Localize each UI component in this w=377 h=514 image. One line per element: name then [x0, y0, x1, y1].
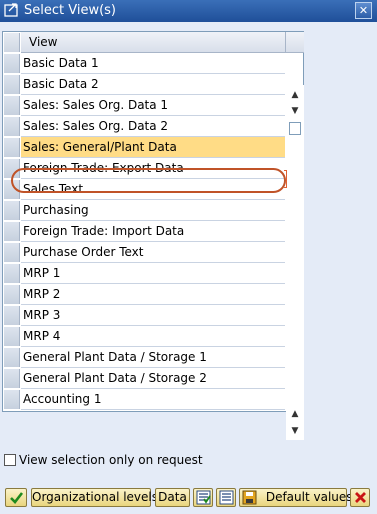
table-row[interactable]: Basic Data 1: [3, 53, 285, 74]
view-cell[interactable]: Accounting 1: [21, 389, 285, 410]
table-row[interactable]: Sales: General/Plant Data: [3, 137, 285, 158]
default-values-label: Default values: [265, 490, 353, 504]
vertical-scrollbar[interactable]: ▲ ▼ ▲ ▼: [286, 85, 304, 440]
close-icon: ✕: [358, 4, 369, 17]
view-selection-label: View selection only on request: [19, 453, 203, 467]
view-cell[interactable]: General Plant Data / Storage 2: [21, 368, 285, 389]
scroll-thumb[interactable]: [289, 122, 301, 135]
row-selector[interactable]: [4, 264, 20, 283]
select-all-views-button[interactable]: [193, 488, 213, 507]
view-selection-checkbox[interactable]: [4, 454, 16, 466]
scroll-page-down-button[interactable]: ▼: [288, 424, 302, 438]
view-cell[interactable]: Sales: Sales Org. Data 1: [21, 95, 285, 116]
view-cell[interactable]: Purchasing: [21, 200, 285, 221]
view-cell[interactable]: General Plant Data / Storage 1: [21, 347, 285, 368]
scroll-down-button[interactable]: ▼: [288, 104, 302, 118]
row-selector[interactable]: [4, 117, 20, 136]
table-row[interactable]: MRP 3: [3, 305, 285, 326]
row-selector[interactable]: [4, 54, 20, 73]
window-title: Select View(s): [24, 3, 117, 18]
table-row[interactable]: General Plant Data / Storage 2: [3, 368, 285, 389]
view-cell[interactable]: Basic Data 1: [21, 53, 285, 74]
title-bar: Select View(s) ✕: [0, 0, 377, 22]
view-table: View Basic Data 1 Basic Data 2 Sales: Sale…: [2, 31, 304, 440]
row-selector[interactable]: [4, 75, 20, 94]
cancel-icon: [354, 492, 366, 503]
table-row[interactable]: MRP 2: [3, 284, 285, 305]
select-all-cell[interactable]: [4, 33, 20, 52]
view-cell[interactable]: MRP 1: [21, 263, 285, 284]
row-selector[interactable]: [4, 180, 20, 199]
row-selector[interactable]: [4, 285, 20, 304]
continue-button[interactable]: [5, 488, 27, 507]
deselect-all-icon: [219, 490, 233, 505]
save-defaults-icon: [242, 490, 257, 505]
table-row[interactable]: Sales: Sales Org. Data 1: [3, 95, 285, 116]
row-selector[interactable]: [4, 390, 20, 409]
table-row[interactable]: MRP 4: [3, 326, 285, 347]
view-cell[interactable]: MRP 2: [21, 284, 285, 305]
table-row[interactable]: Purchase Order Text: [3, 242, 285, 263]
table-row[interactable]: Sales: Sales Org. Data 2: [3, 116, 285, 137]
organizational-levels-button[interactable]: Organizational levels: [31, 488, 158, 507]
row-selector[interactable]: [4, 96, 20, 115]
row-selector[interactable]: [4, 138, 20, 157]
table-row[interactable]: Accounting 1: [3, 389, 285, 410]
default-values-button[interactable]: Default values: [239, 488, 353, 507]
column-settings-cell[interactable]: [285, 32, 304, 53]
row-selector[interactable]: [4, 222, 20, 241]
view-cell[interactable]: MRP 4: [21, 326, 285, 347]
row-selector[interactable]: [4, 243, 20, 262]
view-cell[interactable]: MRP 3: [21, 305, 285, 326]
table-row[interactable]: MRP 1: [3, 263, 285, 284]
table-row[interactable]: Sales Text: [3, 179, 285, 200]
row-selector[interactable]: [4, 201, 20, 220]
data-button[interactable]: Data: [155, 488, 190, 507]
row-selector[interactable]: [4, 369, 20, 388]
view-cell[interactable]: Purchase Order Text: [21, 242, 285, 263]
scroll-up-button[interactable]: ▲: [288, 88, 302, 102]
row-selector[interactable]: [4, 348, 20, 367]
view-cell[interactable]: Basic Data 2: [21, 74, 285, 95]
column-header-view[interactable]: View: [21, 32, 285, 53]
view-cell[interactable]: Sales: Sales Org. Data 2: [21, 116, 285, 137]
view-cell[interactable]: Foreign Trade: Import Data: [21, 221, 285, 242]
table-row[interactable]: Foreign Trade: Import Data: [3, 221, 285, 242]
view-cell[interactable]: Foreign Trade: Export Data: [21, 158, 285, 179]
select-all-icon: [196, 490, 211, 505]
table-row[interactable]: Basic Data 2: [3, 74, 285, 95]
check-icon: [9, 492, 23, 504]
row-selector[interactable]: [4, 327, 20, 346]
table-row[interactable]: General Plant Data / Storage 1: [3, 347, 285, 368]
row-selector[interactable]: [4, 306, 20, 325]
cancel-button[interactable]: [350, 488, 370, 507]
scroll-page-up-button[interactable]: ▲: [288, 407, 302, 421]
table-header-row: View: [3, 32, 285, 53]
view-cell[interactable]: Sales: General/Plant Data: [21, 137, 285, 158]
table-row[interactable]: Purchasing: [3, 200, 285, 221]
row-selector[interactable]: [4, 159, 20, 178]
close-button[interactable]: ✕: [355, 2, 372, 19]
view-cell[interactable]: Sales Text: [21, 179, 285, 200]
deselect-all-views-button[interactable]: [216, 488, 236, 507]
selection-corner-mark: [284, 170, 287, 188]
bottom-toolbar: Organizational levels Data Default value…: [0, 484, 377, 510]
table-row[interactable]: Foreign Trade: Export Data: [3, 158, 285, 179]
window-icon: [4, 3, 18, 17]
